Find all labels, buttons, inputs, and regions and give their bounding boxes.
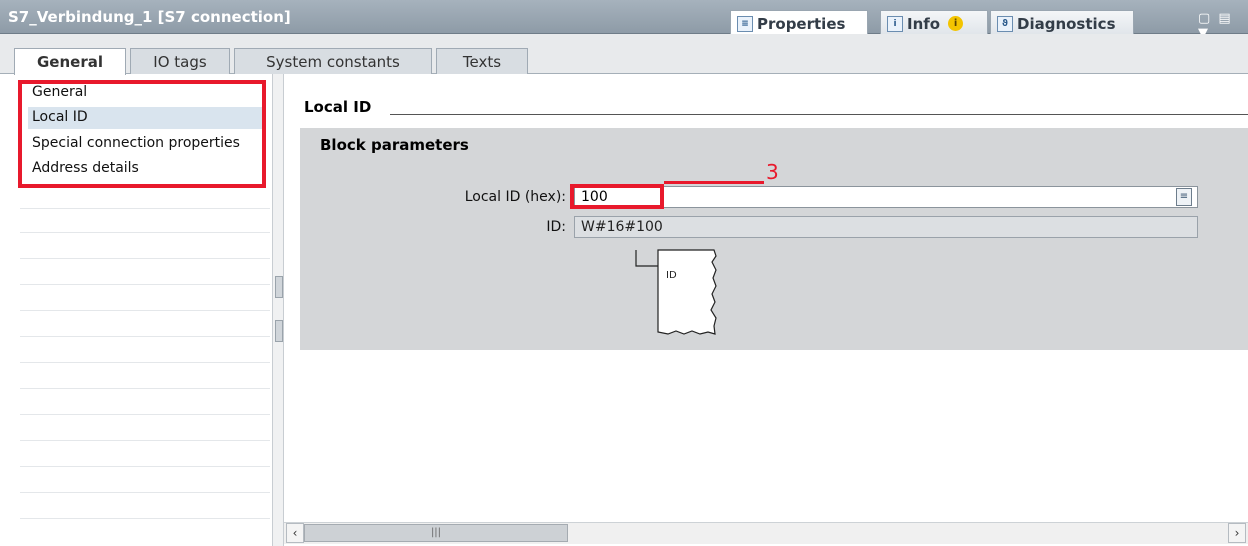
callout-number: 3 xyxy=(766,160,779,184)
value-highlight-box xyxy=(570,184,664,209)
nav-divider xyxy=(20,336,270,337)
info-tab-button[interactable]: i Info i xyxy=(880,10,988,36)
diagnostics-label: Diagnostics xyxy=(1017,14,1116,33)
nav-divider xyxy=(20,414,270,415)
nav-highlight-box xyxy=(18,80,266,188)
id-label: ID: xyxy=(546,219,566,235)
window-title: S7_Verbindung_1 [S7 connection] xyxy=(8,8,291,26)
nav-divider xyxy=(20,208,270,209)
callout-line xyxy=(664,181,764,184)
info-icon: i xyxy=(887,15,903,32)
info-badge-icon: i xyxy=(948,16,964,31)
nav-divider xyxy=(20,440,270,441)
diagram-label: ID xyxy=(666,270,677,281)
nav-divider xyxy=(20,232,270,233)
diagnostics-tab-button[interactable]: ϑ Diagnostics xyxy=(990,10,1134,36)
scroll-thumb[interactable]: ||| xyxy=(304,524,568,542)
nav-divider xyxy=(20,518,270,519)
nav-divider xyxy=(20,284,270,285)
local-id-input[interactable]: 100 xyxy=(574,186,1198,208)
section-divider xyxy=(390,114,1248,115)
nav-divider xyxy=(20,492,270,493)
properties-label: Properties xyxy=(757,14,846,33)
list-picker-icon[interactable]: ≡ xyxy=(1176,188,1192,206)
diagnostics-icon: ϑ xyxy=(997,15,1013,32)
tab-system-constants[interactable]: System constants xyxy=(234,48,432,74)
section-title: Local ID xyxy=(304,98,372,116)
nav-divider xyxy=(20,388,270,389)
properties-tab-button[interactable]: ≡ Properties xyxy=(730,10,868,36)
tab-texts[interactable]: Texts xyxy=(436,48,528,74)
nav-divider xyxy=(20,466,270,467)
expand-right-icon[interactable] xyxy=(275,320,283,342)
collapse-left-icon[interactable] xyxy=(275,276,283,298)
tab-io-tags[interactable]: IO tags xyxy=(130,48,230,74)
scroll-right-icon[interactable]: › xyxy=(1228,523,1246,543)
properties-icon: ≡ xyxy=(737,15,753,32)
block-diagram-icon: ID xyxy=(635,249,717,335)
scroll-left-icon[interactable]: ‹ xyxy=(286,523,304,543)
nav-divider xyxy=(20,310,270,311)
panel-splitter[interactable] xyxy=(272,74,284,546)
nav-divider xyxy=(20,258,270,259)
nav-divider xyxy=(20,362,270,363)
info-label: Info xyxy=(907,14,941,33)
id-value-field: W#16#100 xyxy=(574,216,1198,238)
block-parameters-title: Block parameters xyxy=(320,136,469,154)
local-id-label: Local ID (hex): xyxy=(464,189,566,205)
tab-general[interactable]: General xyxy=(14,48,126,75)
